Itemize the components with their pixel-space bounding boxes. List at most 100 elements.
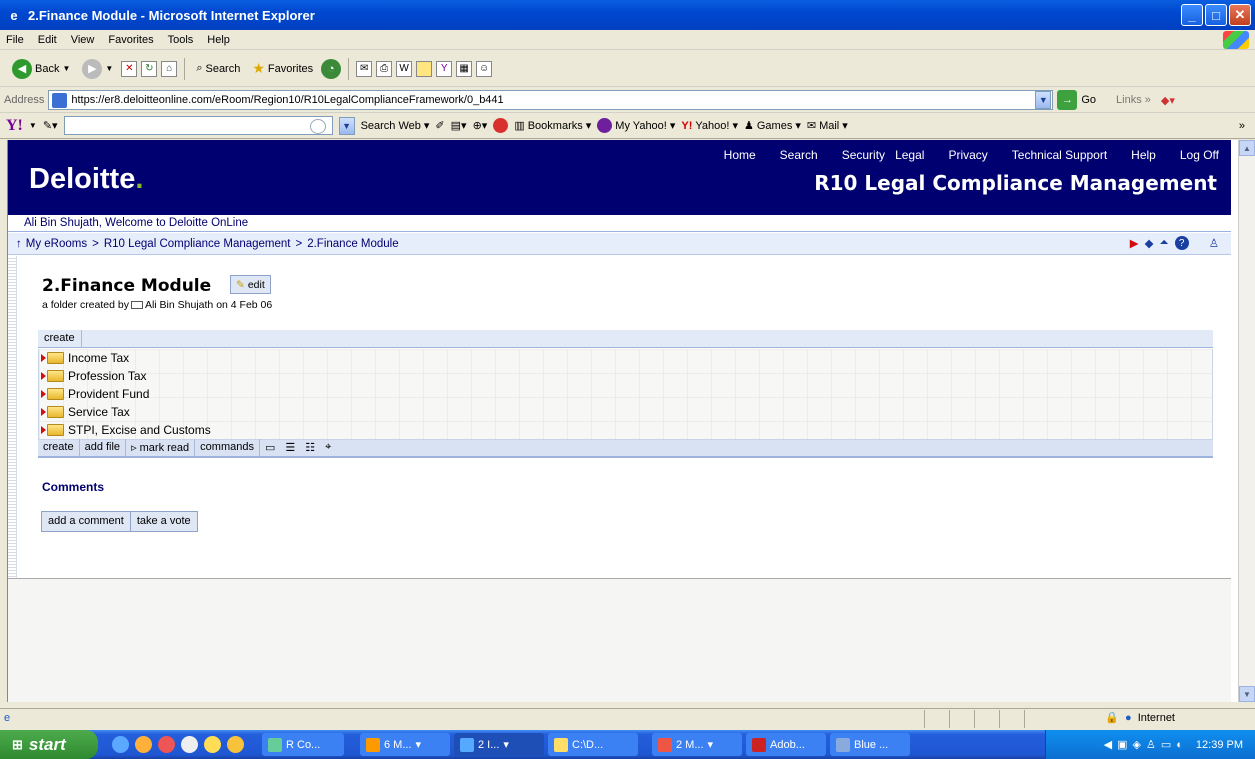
chevron-down-icon[interactable]: ▼ xyxy=(29,121,37,130)
refresh-icon[interactable]: ↻ xyxy=(141,60,158,77)
toolbar-overflow-icon[interactable]: » xyxy=(1239,120,1245,132)
scroll-up-icon[interactable]: ▲ xyxy=(1239,140,1255,156)
menu-tools[interactable]: Tools xyxy=(168,34,194,46)
envelope-icon[interactable] xyxy=(130,301,143,309)
nav-home[interactable]: Home xyxy=(724,148,756,162)
close-button[interactable]: ✕ xyxy=(1229,4,1251,26)
member-icon[interactable]: ♙ xyxy=(1209,236,1219,250)
help-icon[interactable]: ? xyxy=(1174,236,1189,250)
network-icon[interactable]: ▣ xyxy=(1117,738,1127,751)
menu-edit[interactable]: Edit xyxy=(38,34,57,46)
list-item[interactable]: STPI, Excise and Customs xyxy=(39,421,1212,439)
nav-log-off[interactable]: Log Off xyxy=(1180,148,1219,162)
back-button[interactable]: ◀ Back ▼ xyxy=(8,56,74,82)
search-button[interactable]: ⌕ Search xyxy=(192,56,244,82)
my-yahoo-button[interactable]: My Yahoo! ▾ xyxy=(597,118,675,133)
taskbar-button[interactable]: Blue ... xyxy=(830,733,910,756)
left-rail-handle[interactable] xyxy=(8,256,17,578)
breadcrumb-my-erooms[interactable]: My eRooms xyxy=(26,238,87,250)
forward-button[interactable]: ▶ ▼ xyxy=(78,56,117,82)
create-button[interactable]: create xyxy=(38,330,82,348)
wizard-icon[interactable]: ⏶ xyxy=(1159,237,1168,250)
scroll-down-icon[interactable]: ▼ xyxy=(1239,686,1255,702)
mail-icon[interactable]: ✉ xyxy=(356,60,373,77)
print-icon[interactable]: ⎙ xyxy=(376,60,393,77)
address-input[interactable]: https://er8.deloitteonline.com/eRoom/Reg… xyxy=(48,90,1054,110)
clock[interactable]: 12:39 PM xyxy=(1196,739,1243,751)
mark-read-button[interactable]: ▹ mark read xyxy=(126,439,196,457)
taskbar-button[interactable]: Adob... xyxy=(746,733,826,756)
app-icon[interactable] xyxy=(158,736,175,753)
tray-user-icon[interactable]: ♙ xyxy=(1146,738,1156,751)
yahoo-search-box[interactable] xyxy=(232,116,333,135)
tray-app-icon[interactable]: ◈ xyxy=(1133,738,1141,751)
commands-button[interactable]: commands xyxy=(195,439,260,457)
yahoo-button[interactable]: Y! Yahoo! ▾ xyxy=(681,119,738,133)
volume-icon[interactable]: ◐ xyxy=(1176,739,1183,751)
taskbar-button[interactable]: R Co... xyxy=(262,733,344,756)
nav-security[interactable]: Security xyxy=(842,148,885,162)
research-icon[interactable]: ▦ xyxy=(456,60,473,77)
deloitte-logo[interactable]: Deloitte. xyxy=(29,163,143,196)
clock-app-icon[interactable] xyxy=(135,736,152,753)
take-vote-button[interactable]: take a vote xyxy=(129,511,198,532)
nav-help[interactable]: Help xyxy=(1131,148,1156,162)
chat-icon[interactable]: ◆ xyxy=(1145,236,1154,250)
globe-icon[interactable]: ⊕▾ xyxy=(473,119,488,132)
start-button[interactable]: ⊞ start xyxy=(0,730,98,759)
add-file-button[interactable]: add file xyxy=(80,439,127,457)
view-list-icon[interactable]: ☰ xyxy=(280,439,300,457)
nav-technical-support[interactable]: Technical Support xyxy=(1012,148,1107,162)
add-comment-button[interactable]: add a comment xyxy=(41,511,131,532)
app-icon[interactable] xyxy=(204,736,221,753)
menu-view[interactable]: View xyxy=(71,34,95,46)
bookmarks-button[interactable]: ▥ Bookmarks ▾ xyxy=(514,119,591,133)
minimize-button[interactable]: _ xyxy=(1181,4,1203,26)
address-dropdown-icon[interactable]: ▼ xyxy=(1035,91,1052,109)
menu-file[interactable]: File xyxy=(6,34,24,46)
menu-help[interactable]: Help xyxy=(207,34,230,46)
nav-privacy[interactable]: Privacy xyxy=(948,148,987,162)
messenger-icon[interactable]: ☺ xyxy=(476,60,493,77)
media-icon[interactable]: ◔ xyxy=(321,58,342,79)
list-item[interactable]: Service Tax xyxy=(39,403,1212,421)
edit-button[interactable]: ✎ edit xyxy=(230,275,271,294)
yahoo-messenger-icon[interactable]: Y xyxy=(436,60,453,77)
nav-search[interactable]: Search xyxy=(780,148,818,162)
maximize-button[interactable]: □ xyxy=(1205,4,1227,26)
yahoo-logo[interactable]: Y! xyxy=(6,117,23,135)
list-item[interactable]: Income Tax xyxy=(39,349,1212,367)
favorites-button[interactable]: ★ Favorites xyxy=(248,56,317,82)
ie-quicklaunch-icon[interactable] xyxy=(112,736,129,753)
app-icon[interactable] xyxy=(181,736,198,753)
play-arrow-icon[interactable]: ▶ xyxy=(1130,236,1139,250)
list-item[interactable]: Provident Fund xyxy=(39,385,1212,403)
antispy-icon[interactable] xyxy=(493,118,509,133)
view-icons-icon[interactable]: ▭ xyxy=(260,439,280,457)
taskbar-button[interactable]: 6 M... ▾ xyxy=(360,733,450,756)
stop-icon[interactable]: ✕ xyxy=(121,60,138,77)
view-details-icon[interactable]: ☷ xyxy=(300,439,320,457)
go-button[interactable]: → Go xyxy=(1057,90,1096,110)
mail-button[interactable]: ✉ Mail ▾ xyxy=(807,119,848,133)
tray-monitor-icon[interactable]: ▭ xyxy=(1161,738,1171,751)
taskbar-button[interactable]: 2 M... ▾ xyxy=(652,733,742,756)
author-link[interactable]: Ali Bin Shujath xyxy=(145,299,213,311)
pencil-icon[interactable]: ✎▾ xyxy=(43,119,58,132)
highlight-icon[interactable]: ✐ xyxy=(435,119,444,132)
messenger-icon[interactable] xyxy=(227,736,244,753)
links-button[interactable]: Links » xyxy=(1116,94,1151,106)
word-icon[interactable]: W xyxy=(396,60,413,77)
layout-icon[interactable]: ▤▾ xyxy=(451,119,467,132)
tray-expand-icon[interactable]: ◀ xyxy=(1104,738,1112,751)
menu-favorites[interactable]: Favorites xyxy=(108,34,153,46)
view-options-icon[interactable]: ⌖ xyxy=(320,439,336,457)
list-item[interactable]: Profession Tax xyxy=(39,367,1212,385)
up-arrow-icon[interactable]: ↑ xyxy=(16,238,22,250)
search-web-button[interactable]: Search Web ▾ xyxy=(361,119,430,133)
taskbar-button[interactable]: C:\D... xyxy=(548,733,638,756)
yahoo-search-dropdown[interactable]: ▼ xyxy=(338,116,355,135)
games-button[interactable]: ♟ Games ▾ xyxy=(744,119,801,133)
vertical-scrollbar[interactable]: ▲ ▼ xyxy=(1238,140,1255,702)
breadcrumb-room[interactable]: R10 Legal Compliance Management xyxy=(104,238,291,250)
